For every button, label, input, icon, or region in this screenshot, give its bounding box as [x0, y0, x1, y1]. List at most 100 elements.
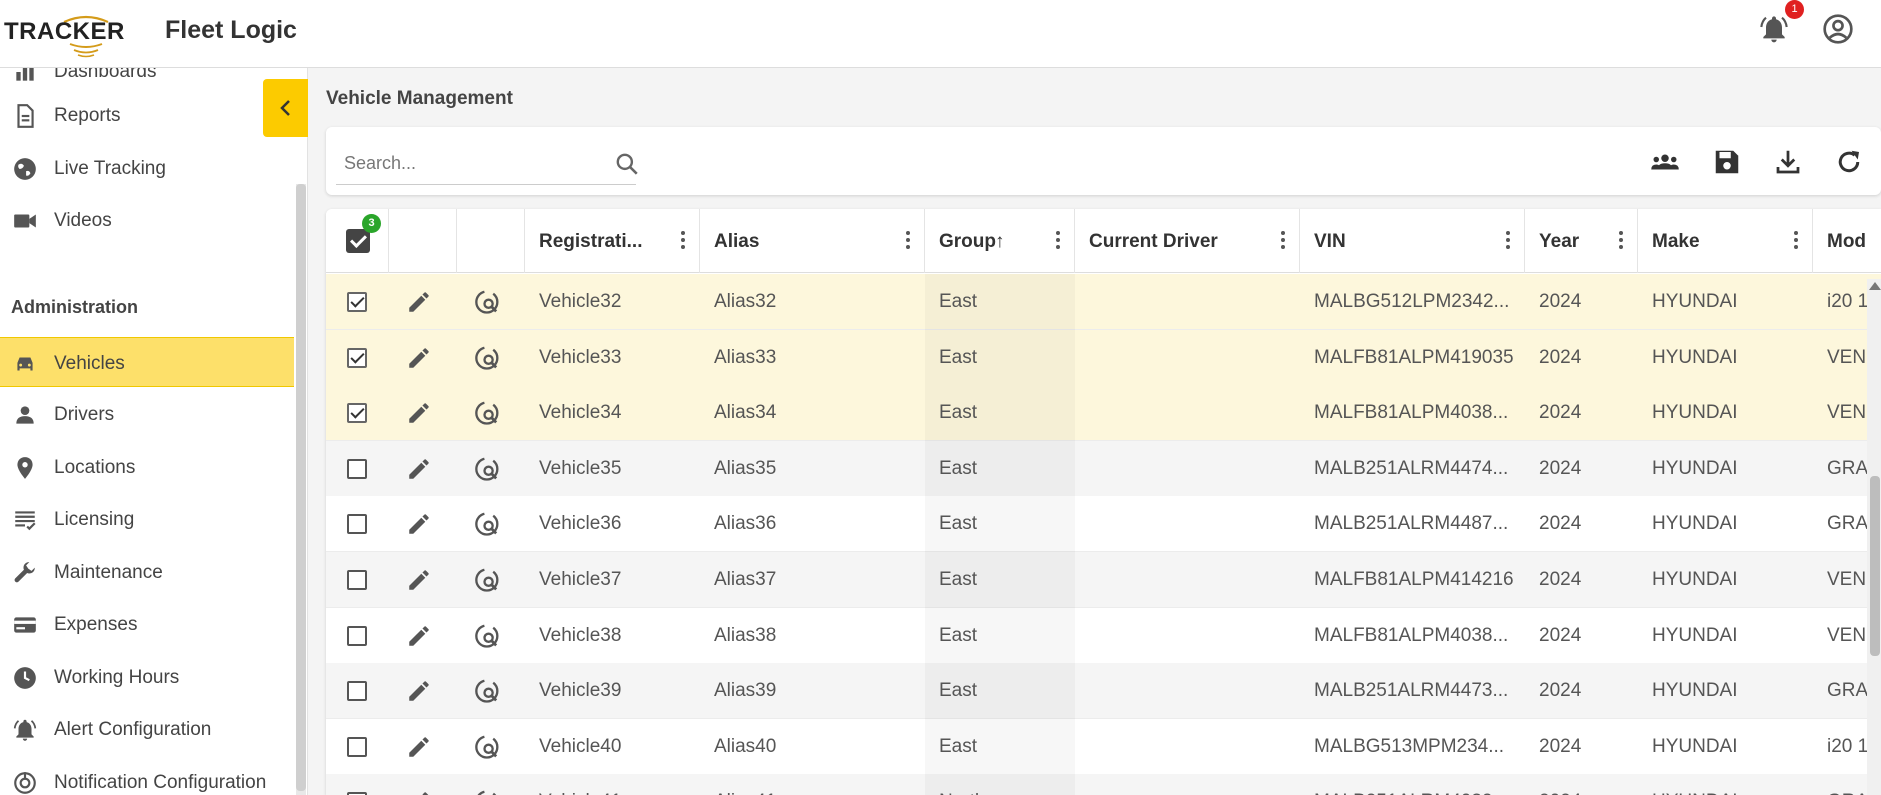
column-header-current-driver[interactable]: Current Driver — [1075, 209, 1300, 273]
cell-year: 2024 — [1525, 663, 1638, 719]
column-header-make[interactable]: Make — [1638, 209, 1813, 273]
cell-text: VEN — [1827, 569, 1867, 590]
edit-pencil-icon[interactable] — [406, 345, 432, 371]
cell-make: HYUNDAI — [1638, 719, 1813, 775]
column-header-group[interactable]: Group ↑ — [925, 209, 1075, 273]
cell-registration: Vehicle35 — [525, 441, 700, 497]
cell-text: East — [939, 569, 978, 590]
edit-pencil-icon[interactable] — [406, 289, 432, 315]
view-details-icon[interactable] — [474, 733, 502, 761]
column-menu-icon[interactable] — [1279, 229, 1287, 251]
view-details-icon[interactable] — [474, 622, 502, 650]
search-icon[interactable] — [614, 151, 640, 177]
row-checkbox[interactable] — [347, 403, 367, 424]
column-menu-icon[interactable] — [1054, 229, 1062, 251]
view-details-icon[interactable] — [474, 566, 502, 594]
edit-pencil-icon[interactable] — [406, 734, 432, 760]
table-row[interactable]: Vehicle39 Alias39 East MALB251ALRM4473... 20… — [326, 663, 1881, 720]
table-row[interactable]: Vehicle36 Alias36 East MALB251ALRM4487... 20… — [326, 496, 1881, 553]
column-header-label: Alias — [714, 231, 760, 252]
edit-pencil-icon[interactable] — [406, 789, 432, 795]
cell-make: HYUNDAI — [1638, 496, 1813, 552]
view-details-icon[interactable] — [474, 344, 502, 372]
table-row[interactable]: Vehicle34 Alias34 East MALFB81ALPM4038... 20… — [326, 385, 1881, 442]
cell-make: HYUNDAI — [1638, 385, 1813, 441]
row-checkbox[interactable] — [347, 347, 367, 368]
row-checkbox[interactable] — [347, 292, 367, 312]
column-menu-icon[interactable] — [904, 229, 912, 251]
column-header-year[interactable]: Year — [1525, 209, 1638, 273]
account-circle-icon[interactable] — [1822, 13, 1854, 45]
table-row[interactable]: Vehicle37 Alias37 East MALFB81ALPM414216 202… — [326, 552, 1881, 608]
tracker-logo[interactable]: TRACKER — [4, 10, 164, 58]
table-row[interactable]: Vehicle41 Alias41 North MALB251ALRM4032... 2… — [326, 774, 1881, 795]
sidebar-item-working-hours[interactable]: Working Hours — [0, 652, 294, 702]
report-document-icon — [17, 104, 34, 128]
column-menu-icon[interactable] — [1504, 229, 1512, 251]
view-details-icon[interactable] — [474, 399, 502, 427]
column-menu-icon[interactable] — [1792, 229, 1800, 251]
edit-pencil-icon[interactable] — [406, 400, 432, 426]
edit-pencil-icon[interactable] — [406, 456, 432, 482]
row-checkbox[interactable] — [347, 458, 367, 479]
view-details-icon[interactable] — [474, 288, 502, 316]
vehicle-grid: 3 Registrati... Alias Group ↑ Current Dr… — [326, 209, 1881, 795]
sidebar-scrollbar-thumb[interactable] — [296, 184, 306, 791]
edit-pencil-icon[interactable] — [406, 567, 432, 593]
cell-year: 2024 — [1525, 441, 1638, 497]
row-checkbox[interactable] — [347, 625, 367, 646]
sidebar-collapse-button[interactable] — [263, 79, 308, 137]
clock-icon — [14, 667, 36, 689]
edit-pencil-icon[interactable] — [406, 511, 432, 537]
table-row[interactable]: Vehicle38 Alias38 East MALFB81ALPM4038... 20… — [326, 607, 1881, 664]
table-row[interactable]: Vehicle40 Alias40 East MALBG513MPM234... 202… — [326, 718, 1881, 775]
sort-ascending-icon[interactable]: ↑ — [995, 231, 1005, 253]
sidebar-item-drivers[interactable]: Drivers — [0, 389, 294, 439]
column-header-registration[interactable]: Registrati... — [525, 209, 700, 273]
save-icon[interactable] — [1712, 147, 1742, 177]
view-details-icon[interactable] — [474, 788, 502, 795]
sidebar-item-locations[interactable]: Locations — [0, 442, 294, 492]
refresh-icon[interactable] — [1834, 147, 1864, 177]
edit-pencil-icon[interactable] — [406, 623, 432, 649]
row-checkbox[interactable] — [347, 514, 367, 535]
view-details-icon[interactable] — [474, 677, 502, 705]
cell-text: VEN — [1827, 624, 1867, 646]
sidebar-item-vehicles[interactable]: Vehicles — [0, 337, 294, 387]
column-menu-icon[interactable] — [679, 229, 687, 251]
sidebar-item-videos[interactable]: Videos — [0, 195, 294, 245]
row-checkbox[interactable] — [347, 570, 367, 590]
cell-text: East — [939, 624, 978, 646]
search-input[interactable] — [336, 145, 596, 181]
column-header-alias[interactable]: Alias — [700, 209, 925, 273]
grid-scrollbar-thumb[interactable] — [1870, 476, 1880, 656]
cell-current-driver — [1075, 552, 1300, 608]
view-details-icon[interactable] — [474, 510, 502, 538]
view-details-icon[interactable] — [474, 455, 502, 483]
row-checkbox[interactable] — [347, 736, 367, 757]
edit-pencil-icon[interactable] — [406, 678, 432, 704]
cell-group: East — [925, 274, 1075, 330]
sidebar-item-maintenance[interactable]: Maintenance — [0, 547, 294, 597]
table-row[interactable]: Vehicle33 Alias33 East MALFB81ALPM419035 202… — [326, 329, 1881, 386]
sidebar-item-live-tracking[interactable]: Live Tracking — [0, 143, 294, 193]
sidebar-item-expenses[interactable]: Expenses — [0, 599, 294, 649]
row-checkbox[interactable] — [347, 681, 367, 702]
column-menu-icon[interactable] — [1617, 229, 1625, 251]
table-row[interactable]: Vehicle32 Alias32 East MALBG512LPM2342... 20… — [326, 274, 1881, 330]
download-icon[interactable] — [1773, 147, 1803, 177]
sidebar-item-notification-configuration[interactable]: Notification Configuration — [0, 757, 294, 795]
column-header-vin[interactable]: VIN — [1300, 209, 1525, 273]
sidebar-item-licensing[interactable]: Licensing — [0, 494, 294, 544]
cell-current-driver — [1075, 330, 1300, 386]
groups-icon[interactable] — [1650, 147, 1680, 177]
column-header-label: Year — [1539, 231, 1580, 252]
sidebar-item-alert-configuration[interactable]: Alert Configuration — [0, 704, 294, 754]
notification-bell-icon[interactable] — [1758, 13, 1790, 45]
select-all-checkbox[interactable] — [346, 229, 370, 253]
sidebar-item-reports[interactable]: Reports — [0, 90, 294, 140]
scroll-up-arrow-icon[interactable] — [1869, 282, 1881, 290]
table-row[interactable]: Vehicle35 Alias35 East MALB251ALRM4474... 20… — [326, 440, 1881, 497]
column-header-model[interactable]: Mod — [1813, 209, 1881, 273]
cell-make: HYUNDAI — [1638, 330, 1813, 386]
